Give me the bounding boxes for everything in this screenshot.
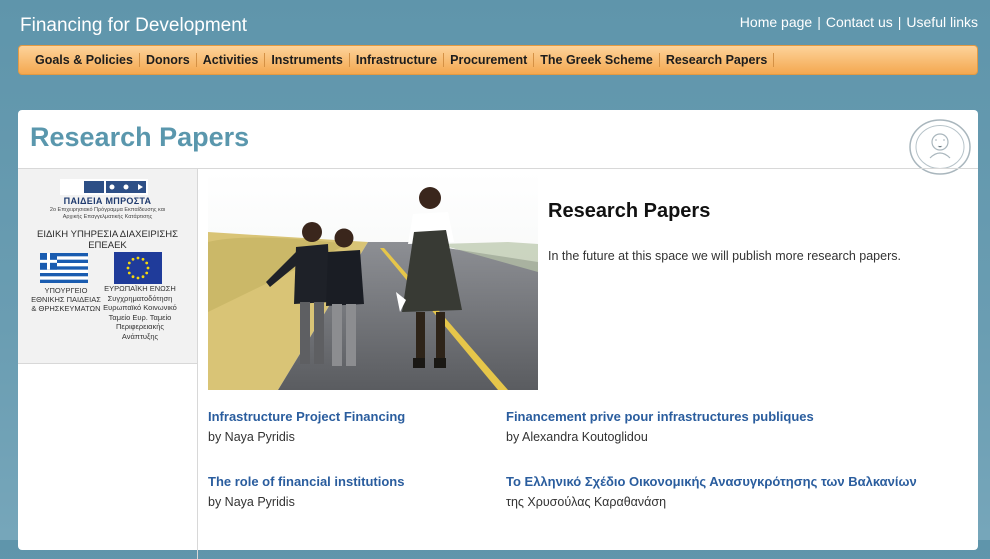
- eu-flag-icon: [114, 252, 162, 284]
- nav-research-papers[interactable]: Research Papers: [660, 53, 775, 67]
- nav-activities[interactable]: Activities: [197, 53, 266, 67]
- link-separator: |: [897, 14, 902, 30]
- paper-item: Το Ελληνικό Σχέδιο Οικονομικής Ανασυγκρό…: [506, 474, 936, 509]
- agency-name: ΕΙΔΙΚΗ ΥΠΗΡΕΣΙΑ ΔΙΑΧΕΙΡΙΣΗΣ ΕΠΕΑΕΚ: [36, 229, 178, 251]
- contact-us-link[interactable]: Contact us: [826, 14, 893, 30]
- nav-greek-scheme[interactable]: The Greek Scheme: [534, 53, 660, 67]
- page-title: Research Papers: [30, 122, 250, 152]
- main-nav: Goals & Policies Donors Activities Instr…: [18, 45, 978, 75]
- sidebar: ΠΑΙΔΕΙΑ ΜΠΡΟΣΤΑ 2ο Επιχειρησιακό Πρόγραμ…: [18, 169, 198, 559]
- program-name: ΠΑΙΔΕΙΑ ΜΠΡΟΣΤΑ: [63, 196, 152, 206]
- link-separator: |: [817, 14, 821, 30]
- paper-title-link[interactable]: Το Ελληνικό Σχέδιο Οικονομικής Ανασυγκρό…: [506, 474, 936, 489]
- paper-title-link[interactable]: Financement prive pour infrastructures p…: [506, 409, 936, 424]
- site-title: Financing for Development: [20, 15, 248, 36]
- content-text: In the future at this space we will publ…: [548, 249, 901, 263]
- nav-donors[interactable]: Donors: [140, 53, 197, 67]
- greek-flag-icon: [40, 253, 88, 283]
- program-subtitle: 2ο Επιχειρησιακό Πρόγραμμα Εκπαίδευσης κ…: [49, 207, 166, 220]
- paper-item: Financement prive pour infrastructures p…: [506, 409, 936, 444]
- nav-instruments[interactable]: Instruments: [265, 53, 350, 67]
- nav-procurement[interactable]: Procurement: [444, 53, 535, 67]
- nav-goals-policies[interactable]: Goals & Policies: [29, 53, 140, 67]
- ministry-name: ΥΠΟΥΡΓΕΙΟ ΕΘΝΙΚΗΣ ΠΑΙΔΕΙΑΣ & ΘΡΗΣΚΕΥΜΑΤΩ…: [31, 286, 101, 313]
- sponsor-logos: ΠΑΙΔΕΙΑ ΜΠΡΟΣΤΑ 2ο Επιχειρησιακό Πρόγραμ…: [18, 169, 197, 364]
- paper-author: της Χρυσούλας Καραθανάση: [506, 495, 667, 509]
- content-panel: Research Papers ΠΑΙΔΕΙΑ ΜΠΡΟΣΤΑ 2ο Επιχε…: [18, 110, 978, 559]
- home-page-link[interactable]: Home page: [740, 14, 812, 30]
- eu-funding-text: ΕΥΡΩΠΑΪΚΗ ΕΝΩΣΗ Συγχρηματοδότηση Ευρωπαϊ…: [103, 284, 177, 341]
- children-walking-photo: [208, 172, 538, 390]
- useful-links-link[interactable]: Useful links: [906, 14, 978, 30]
- top-links: Home page | Contact us | Useful links: [740, 14, 978, 30]
- paper-author: by Alexandra Koutoglidou: [506, 430, 648, 444]
- paideia-logo-icon: [60, 179, 148, 195]
- content-title: Research Papers: [548, 200, 711, 222]
- nav-infrastructure[interactable]: Infrastructure: [350, 53, 445, 67]
